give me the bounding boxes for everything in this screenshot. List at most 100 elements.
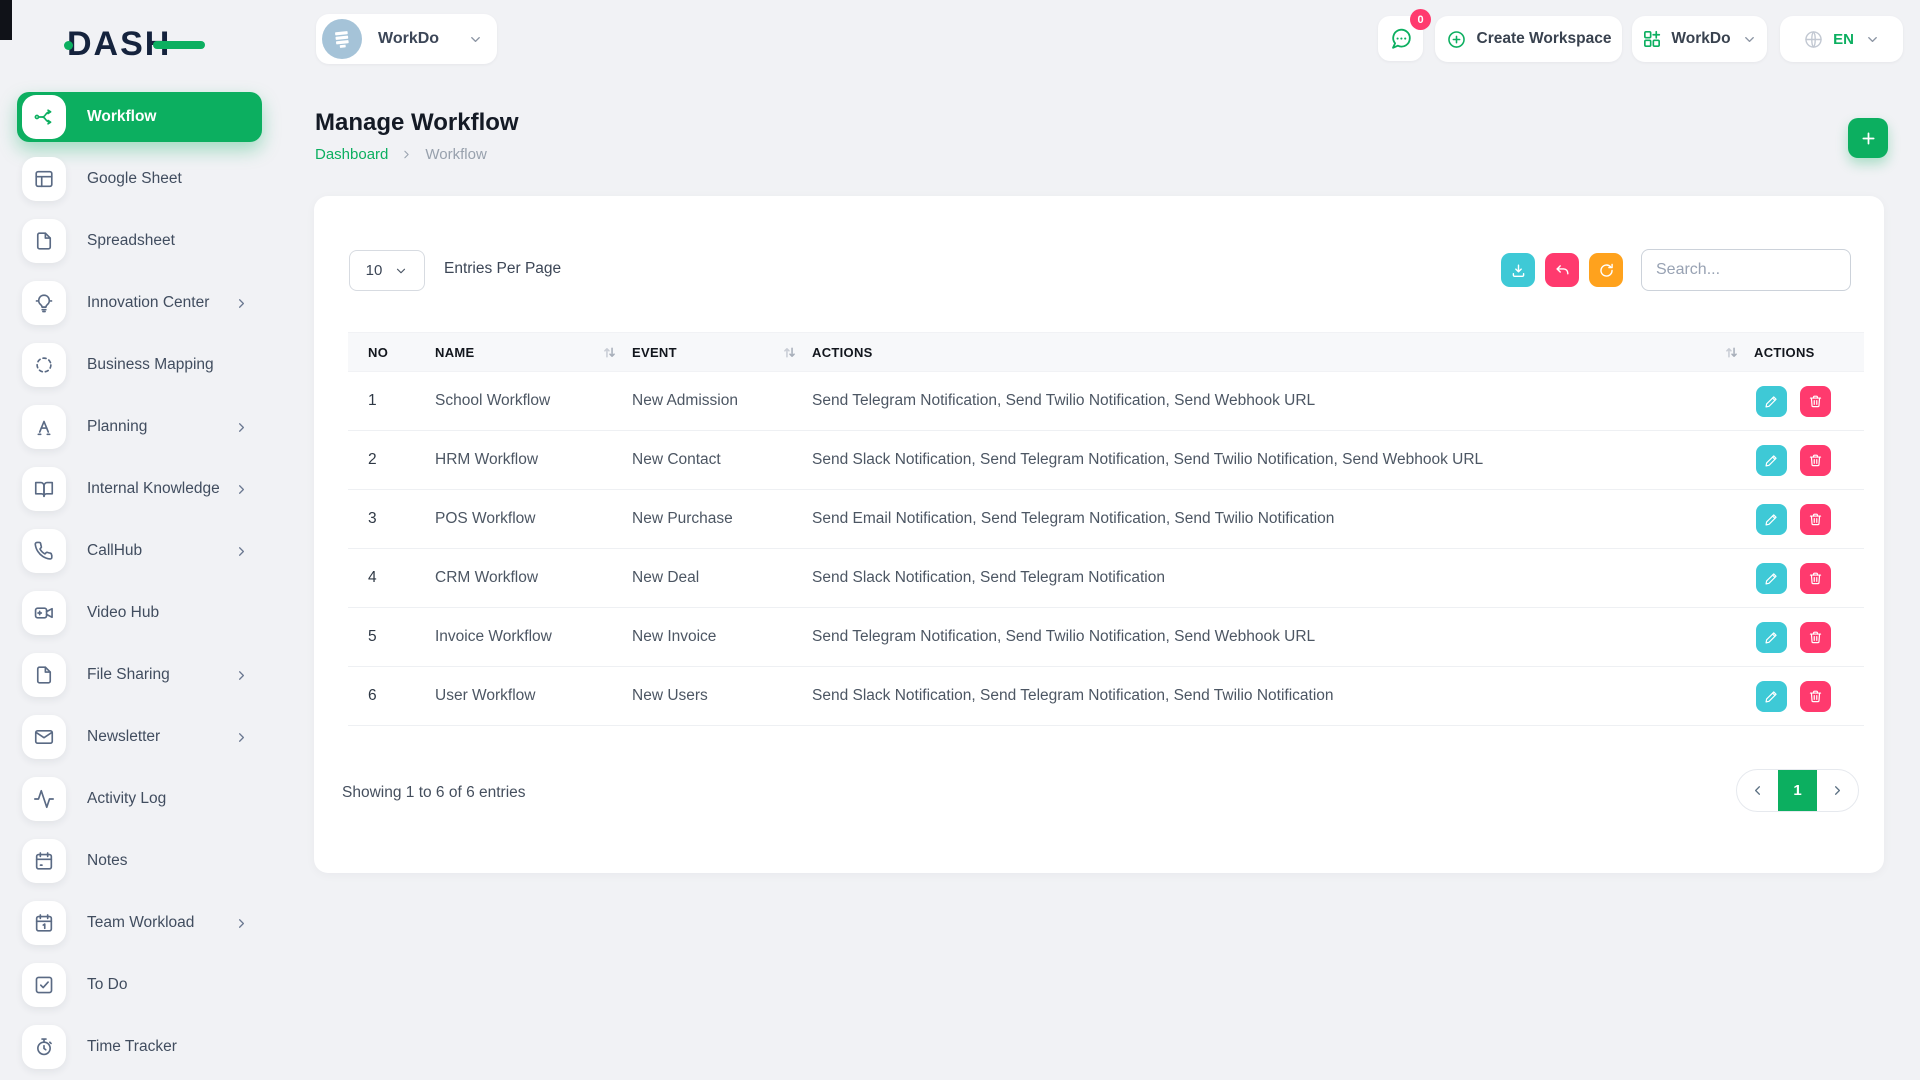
delete-button[interactable] (1800, 622, 1831, 653)
workflow-icon (22, 95, 66, 139)
sidebar-item-file-sharing[interactable]: File Sharing (17, 650, 262, 700)
sidebar-item-label: Business Mapping (87, 356, 214, 374)
chevron-right-icon (234, 730, 249, 745)
sidebar-item-innovation-center[interactable]: Innovation Center (17, 278, 262, 328)
delete-button[interactable] (1800, 445, 1831, 476)
pagination-current-page[interactable]: 1 (1778, 769, 1817, 812)
row-name: HRM Workflow (435, 451, 632, 469)
search-input[interactable] (1641, 249, 1851, 291)
column-header-no[interactable]: NO (368, 345, 435, 360)
edit-button[interactable] (1756, 504, 1787, 535)
font-icon (22, 405, 66, 449)
sidebar-item-label: Time Tracker (87, 1038, 177, 1056)
trash-icon (1808, 512, 1823, 527)
row-event: New Admission (632, 392, 812, 410)
column-header-actions[interactable]: ACTIONS (812, 344, 1754, 361)
page-title: Manage Workflow (315, 109, 519, 137)
language-selector[interactable]: EN (1780, 16, 1903, 62)
chat-button[interactable]: 0 (1378, 16, 1423, 61)
sidebar-item-team-workload[interactable]: Team Workload (17, 898, 262, 948)
sidebar-item-planning[interactable]: Planning (17, 402, 262, 452)
chevron-down-icon (468, 32, 483, 47)
row-name: User Workflow (435, 687, 632, 705)
entries-per-page-select[interactable]: 10 (349, 250, 425, 291)
chevron-right-icon (234, 544, 249, 559)
create-workspace-button[interactable]: Create Workspace (1435, 16, 1622, 62)
edit-button[interactable] (1756, 563, 1787, 594)
pencil-icon (1764, 571, 1779, 586)
chevron-right-icon (234, 916, 249, 931)
sidebar-item-label: Notes (87, 852, 128, 870)
reload-button[interactable] (1589, 253, 1623, 287)
table-row: 5 Invoice Workflow New Invoice Send Tele… (348, 608, 1864, 667)
row-number: 3 (368, 510, 435, 528)
pagination-next-button[interactable] (1817, 769, 1858, 812)
sidebar-item-time-tracker[interactable]: Time Tracker (17, 1022, 262, 1072)
table-row: 4 CRM Workflow New Deal Send Slack Notif… (348, 549, 1864, 608)
trash-icon (1808, 453, 1823, 468)
book-icon (22, 467, 66, 511)
logo-dot-accent (64, 41, 73, 50)
table-row: 6 User Workflow New Users Send Slack Not… (348, 667, 1864, 726)
edit-button[interactable] (1756, 445, 1787, 476)
table-summary: Showing 1 to 6 of 6 entries (342, 784, 526, 802)
sidebar-item-callhub[interactable]: CallHub (17, 526, 262, 576)
chevron-down-icon (394, 264, 408, 278)
sidebar-item-google-sheet[interactable]: Google Sheet (17, 154, 262, 204)
app-menu-dropdown[interactable]: WorkDo (1632, 16, 1767, 62)
brand-logo[interactable]: DASH (67, 26, 171, 62)
edit-button[interactable] (1756, 622, 1787, 653)
refresh-icon (1598, 262, 1615, 279)
workflow-table-card: 10 Entries Per Page NO NAME EVENT ACTION… (314, 196, 1884, 873)
sidebar-item-label: Video Hub (87, 604, 159, 622)
column-header-event[interactable]: EVENT (632, 344, 812, 361)
add-workflow-button[interactable] (1848, 118, 1888, 158)
sidebar-item-label: Activity Log (87, 790, 166, 808)
sidebar-item-video-hub[interactable]: Video Hub (17, 588, 262, 638)
delete-button[interactable] (1800, 504, 1831, 535)
workspace-avatar (322, 19, 362, 59)
delete-button[interactable] (1800, 681, 1831, 712)
phone-icon (22, 529, 66, 573)
dashed-circle-icon (22, 343, 66, 387)
delete-button[interactable] (1800, 563, 1831, 594)
chevron-right-icon (1830, 783, 1845, 798)
export-button[interactable] (1501, 253, 1535, 287)
workspace-selector[interactable]: WorkDo (316, 14, 497, 64)
chat-badge: 0 (1410, 9, 1431, 30)
delete-button[interactable] (1800, 386, 1831, 417)
sidebar-item-newsletter[interactable]: Newsletter (17, 712, 262, 762)
sidebar-item-internal-knowledge[interactable]: Internal Knowledge (17, 464, 262, 514)
row-event: New Contact (632, 451, 812, 469)
sidebar-item-to-do[interactable]: To Do (17, 960, 262, 1010)
row-actions-text: Send Slack Notification, Send Telegram N… (812, 569, 1754, 587)
edit-button[interactable] (1756, 681, 1787, 712)
trash-icon (1808, 394, 1823, 409)
row-actions-text: Send Slack Notification, Send Telegram N… (812, 451, 1754, 469)
breadcrumb-dashboard-link[interactable]: Dashboard (315, 146, 388, 163)
chevron-right-icon (234, 482, 249, 497)
chevron-right-icon (234, 296, 249, 311)
row-actions-text: Send Email Notification, Send Telegram N… (812, 510, 1754, 528)
sort-icon (601, 344, 618, 361)
sidebar-item-notes[interactable]: Notes (17, 836, 262, 886)
language-label: EN (1833, 31, 1854, 48)
column-header-name[interactable]: NAME (435, 344, 632, 361)
pagination-prev-button[interactable] (1737, 769, 1778, 812)
sidebar-item-workflow[interactable]: Workflow (17, 92, 262, 142)
sort-icon (781, 344, 798, 361)
edit-button[interactable] (1756, 386, 1787, 417)
sidebar-item-business-mapping[interactable]: Business Mapping (17, 340, 262, 390)
chevron-left-icon (1750, 783, 1765, 798)
logo-dash-accent (153, 41, 205, 49)
pencil-icon (1764, 689, 1779, 704)
chevron-down-icon (1865, 32, 1880, 47)
reset-button[interactable] (1545, 253, 1579, 287)
sidebar-item-activity-log[interactable]: Activity Log (17, 774, 262, 824)
pencil-icon (1764, 453, 1779, 468)
create-workspace-label: Create Workspace (1477, 30, 1612, 48)
row-event: New Users (632, 687, 812, 705)
row-event: New Purchase (632, 510, 812, 528)
sidebar-item-spreadsheet[interactable]: Spreadsheet (17, 216, 262, 266)
trash-icon (1808, 689, 1823, 704)
